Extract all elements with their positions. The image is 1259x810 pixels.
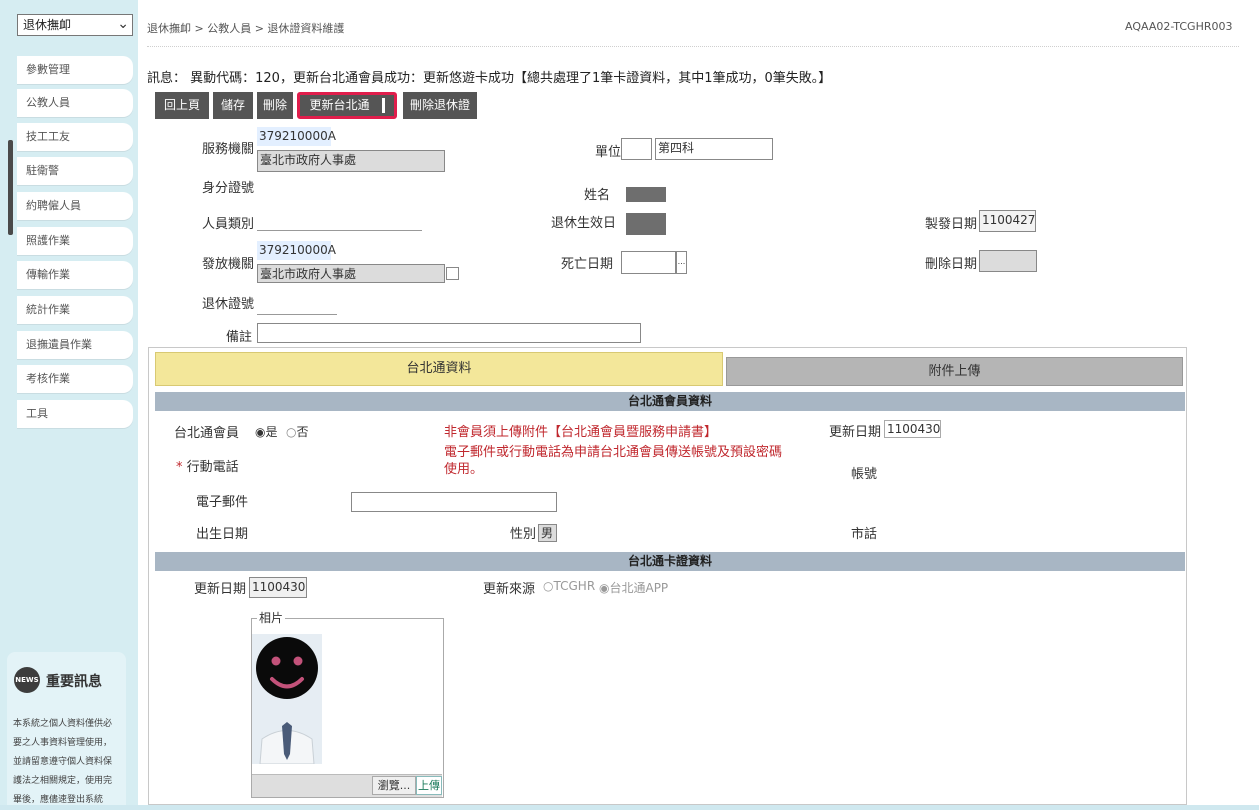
name-field-masked[interactable] bbox=[626, 187, 666, 202]
sidebar-item-civil-servants[interactable]: 公教人員 bbox=[17, 89, 133, 117]
sidebar-item-tools[interactable]: 工具 bbox=[17, 400, 133, 428]
news-title: 重要訊息 bbox=[46, 674, 102, 690]
account-label: 帳號 bbox=[851, 467, 878, 482]
org-label: 服務機關 bbox=[202, 142, 255, 157]
issuer-label: 發放機關 bbox=[202, 257, 255, 272]
name-label: 姓名 bbox=[584, 188, 611, 203]
gender-label: 性別 bbox=[510, 527, 537, 542]
sidebar-item-care[interactable]: 照護作業 bbox=[17, 227, 133, 255]
email-label: 電子郵件 bbox=[196, 495, 249, 510]
update-taipei-button[interactable]: 更新台北通 bbox=[297, 92, 397, 119]
radio-empty-icon: ○ bbox=[286, 425, 297, 439]
cert-no-field[interactable] bbox=[257, 314, 337, 315]
note-field[interactable] bbox=[257, 323, 641, 343]
unit-name-field[interactable]: 第四科 bbox=[655, 138, 773, 160]
member-section-header: 台北通會員資料 bbox=[155, 392, 1185, 411]
member-notice: 非會員須上傳附件【台北通會員暨服務申請書】 bbox=[444, 425, 718, 440]
member-yes-option[interactable]: ◉是 bbox=[255, 423, 278, 440]
person-type-label: 人員類別 bbox=[202, 217, 255, 232]
delete-date-field bbox=[979, 250, 1037, 272]
org-code-field[interactable]: 379210000A bbox=[257, 127, 336, 146]
news-icon: NEWS bbox=[14, 667, 40, 693]
mobile-notice: 電子郵件或行動電話為申請台北通會員傳送帳號及預設密碼使用。 bbox=[444, 445, 783, 477]
cursor-bar bbox=[381, 98, 385, 113]
sidebar-item-survivors[interactable]: 退撫遺員作業 bbox=[17, 331, 133, 359]
sidebar-item-contract-staff[interactable]: 約聘僱人員 bbox=[17, 192, 133, 220]
member-no-label: 否 bbox=[296, 425, 309, 439]
death-date-field[interactable] bbox=[621, 251, 676, 274]
issue-date-label: 製發日期 bbox=[925, 217, 978, 232]
email-field[interactable] bbox=[351, 492, 557, 512]
issuer-lookup-button[interactable] bbox=[446, 267, 459, 280]
tab-attachment[interactable]: 附件上傳 bbox=[726, 357, 1183, 386]
portrait-image bbox=[252, 634, 322, 764]
member-no-option[interactable]: ○否 bbox=[286, 423, 309, 440]
unit-label: 單位 bbox=[595, 145, 622, 160]
chevron-down-icon: ⌄ bbox=[117, 16, 129, 32]
save-button[interactable]: 儲存 bbox=[213, 92, 253, 119]
city-phone-label: 市話 bbox=[851, 527, 878, 542]
sidebar-item-statistics[interactable]: 統計作業 bbox=[17, 296, 133, 324]
upload-button[interactable]: 上傳 bbox=[416, 776, 442, 795]
sidebar-item-guards[interactable]: 駐衛警 bbox=[17, 157, 133, 185]
member-yes-label: 是 bbox=[265, 425, 278, 439]
tab-taipei-data[interactable]: 台北通資料 bbox=[155, 352, 723, 386]
required-mark: * bbox=[176, 460, 187, 475]
delete-button[interactable]: 刪除 bbox=[257, 92, 293, 119]
card-update-date-field: 1100430 bbox=[249, 577, 307, 598]
sidebar-collapse-handle[interactable] bbox=[8, 140, 13, 235]
retire-date-field-masked[interactable] bbox=[626, 213, 666, 235]
radio-empty-icon: ○ bbox=[543, 579, 554, 593]
browse-button[interactable]: 瀏覽... bbox=[372, 776, 416, 795]
person-type-field[interactable] bbox=[257, 230, 422, 231]
radio-checked-icon: ◉ bbox=[255, 425, 266, 439]
issuer-name-field: 臺北市政府人事處 bbox=[257, 264, 445, 283]
photo-label: 相片 bbox=[257, 609, 286, 626]
org-name-field: 臺北市政府人事處 bbox=[257, 150, 445, 172]
source-label: 更新來源 bbox=[483, 582, 536, 597]
member-update-date-label: 更新日期 bbox=[829, 425, 882, 440]
module-select-value: 退休撫卹 bbox=[23, 18, 72, 32]
mobile-label-text: 行動電話 bbox=[186, 460, 239, 475]
unit-code-field[interactable] bbox=[621, 138, 652, 160]
radio-checked-icon: ◉ bbox=[599, 581, 610, 595]
status-message: 訊息： 異動代碼：120，更新台北通會員成功：更新悠遊卡成功【總共處理了1筆卡證… bbox=[147, 71, 832, 86]
source-app-label: 台北通APP bbox=[609, 581, 669, 595]
news-text: 本系統之個人資料僅供必要之人事資料管理使用，並請留意遵守個人資料保護法之相關規定… bbox=[13, 719, 113, 805]
member-photo bbox=[252, 634, 322, 764]
back-button[interactable]: 回上頁 bbox=[155, 92, 209, 119]
sidebar-item-transfer[interactable]: 傳輸作業 bbox=[17, 261, 133, 289]
sidebar-item-workers[interactable]: 技工工友 bbox=[17, 123, 133, 151]
member-update-date-field: 1100430 bbox=[884, 420, 941, 438]
source-tcghr-label: TCGHR bbox=[553, 579, 596, 593]
birth-label: 出生日期 bbox=[196, 527, 249, 542]
delete-date-label: 刪除日期 bbox=[925, 257, 978, 272]
issuer-code-field[interactable]: 379210000A bbox=[257, 241, 336, 260]
sidebar-item-evaluation[interactable]: 考核作業 bbox=[17, 365, 133, 393]
gender-field: 男 bbox=[538, 524, 557, 542]
mobile-label: * 行動電話 bbox=[176, 456, 239, 475]
retire-date-label: 退休生效日 bbox=[551, 216, 617, 231]
member-label: 台北通會員 bbox=[174, 426, 240, 441]
issue-date-field: 1100427 bbox=[979, 210, 1036, 232]
source-app-option: ◉台北通APP bbox=[599, 579, 668, 596]
id-label: 身分證號 bbox=[202, 181, 255, 196]
breadcrumb: 退休撫卹 > 公教人員 > 退休證資料維護 bbox=[147, 22, 345, 35]
note-label: 備註 bbox=[226, 330, 253, 345]
date-picker-icon[interactable]: ... bbox=[676, 251, 687, 274]
card-update-date-label: 更新日期 bbox=[194, 582, 247, 597]
page-code: AQAA02-TCGHR003 bbox=[1125, 20, 1233, 33]
update-taipei-label: 更新台北通 bbox=[309, 98, 370, 112]
delete-cert-button[interactable]: 刪除退休證 bbox=[403, 92, 477, 119]
module-select[interactable]: 退休撫卹 ⌄ bbox=[17, 14, 133, 36]
source-tcghr-option: ○TCGHR bbox=[543, 579, 595, 593]
divider bbox=[147, 46, 1239, 47]
cert-no-label: 退休證號 bbox=[202, 297, 255, 312]
death-date-label: 死亡日期 bbox=[561, 257, 614, 272]
sidebar-item-params[interactable]: 參數管理 bbox=[17, 56, 133, 84]
card-section-header: 台北通卡證資料 bbox=[155, 552, 1185, 571]
